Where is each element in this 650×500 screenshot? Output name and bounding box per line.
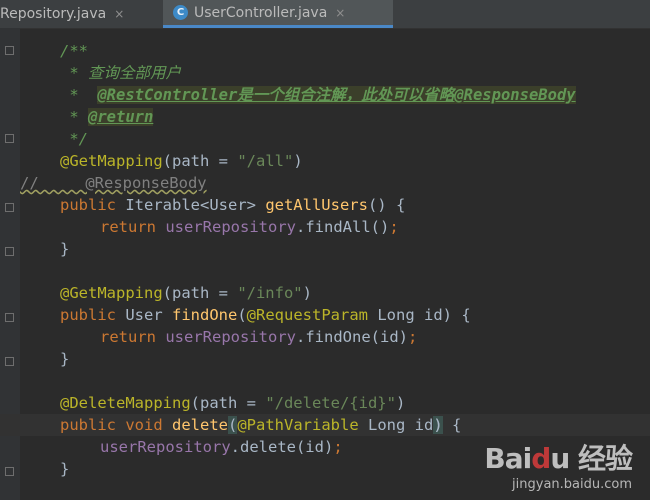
doc-return-tag: @return [88, 108, 154, 126]
code-line: * 查询全部用户 [60, 64, 181, 82]
code-line: return userRepository.findOne(id); [100, 328, 418, 346]
close-icon[interactable]: × [114, 7, 124, 21]
code-line: // @ResponseBody [0, 172, 650, 194]
close-icon[interactable]: × [335, 6, 345, 20]
code-line: return userRepository.findAll(); [100, 218, 399, 236]
baidu-jingyan-watermark: Baidu 经验 jingyan.baidu.com [484, 437, 633, 492]
tab-usercontroller-java[interactable]: C UserController.java × [163, 0, 393, 28]
baidu-logo: Baidu 经验 [484, 442, 633, 475]
tab-label: Repository.java [0, 6, 107, 22]
code-line: public User findOne(@RequestParam Long i… [60, 306, 471, 324]
java-class-icon: C [173, 5, 188, 20]
code-line: @DeleteMapping(path = "/delete/{id}") [60, 394, 406, 412]
commented-line: // @ResponseBody [20, 174, 207, 192]
code-line: } [60, 240, 70, 258]
doc-annotation-text: @RestController是一个组合注解，此处可以省略@ResponseBo… [97, 86, 576, 104]
watermark-url: jingyan.baidu.com [512, 477, 632, 492]
code-line: @GetMapping(path = "/info") [60, 284, 312, 302]
editor-tab-bar: Repository.java × C UserController.java … [0, 0, 650, 29]
code-line: @GetMapping(path = "/all") [60, 152, 303, 170]
current-code-line: public void delete(@PathVariable Long id… [0, 414, 650, 436]
code-line: * @return [60, 108, 154, 126]
code-line: /** [60, 42, 88, 60]
tab-repository-java[interactable]: Repository.java × [0, 0, 160, 28]
code-line: */ [60, 130, 88, 148]
code-line: public Iterable<User> getAllUsers() { [60, 196, 406, 214]
code-line: * @RestController是一个组合注解，此处可以省略@Response… [60, 86, 576, 104]
tab-label: UserController.java [194, 4, 328, 21]
code-line: } [60, 350, 70, 368]
matched-paren: ( [228, 416, 238, 434]
